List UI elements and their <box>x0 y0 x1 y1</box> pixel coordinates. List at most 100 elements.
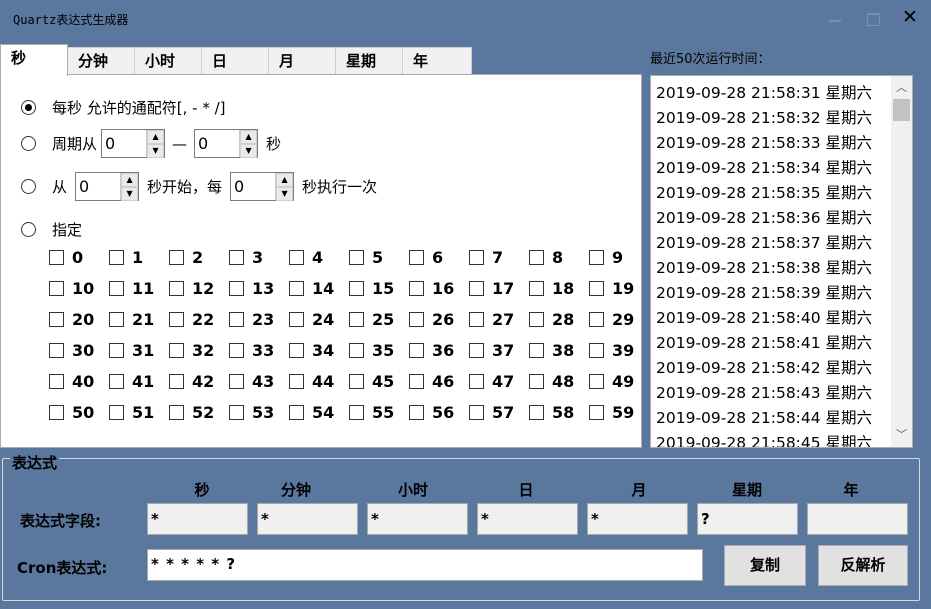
second-checkbox[interactable]: 49 <box>589 372 634 391</box>
field-year[interactable] <box>807 503 908 535</box>
checkbox-box[interactable] <box>529 281 544 296</box>
checkbox-box[interactable] <box>169 281 184 296</box>
second-checkbox[interactable]: 59 <box>589 403 634 422</box>
checkbox-box[interactable] <box>469 312 484 327</box>
checkbox-box[interactable] <box>529 405 544 420</box>
checkbox-box[interactable] <box>289 281 304 296</box>
checkbox-box[interactable] <box>109 374 124 389</box>
second-checkbox[interactable]: 18 <box>529 279 574 298</box>
second-checkbox[interactable]: 36 <box>409 341 454 360</box>
second-checkbox[interactable]: 40 <box>49 372 94 391</box>
second-checkbox[interactable]: 7 <box>469 248 503 267</box>
from-stepper[interactable]: ▲▼ <box>75 172 140 201</box>
second-checkbox[interactable]: 52 <box>169 403 214 422</box>
checkbox-box[interactable] <box>349 405 364 420</box>
second-checkbox[interactable]: 56 <box>409 403 454 422</box>
list-item[interactable]: 2019-09-28 21:58:32 星期六 <box>656 106 872 128</box>
checkbox-box[interactable] <box>529 250 544 265</box>
second-checkbox[interactable]: 39 <box>589 341 634 360</box>
second-checkbox[interactable]: 23 <box>229 310 274 329</box>
list-item[interactable]: 2019-09-28 21:58:33 星期六 <box>656 131 872 153</box>
second-checkbox[interactable]: 50 <box>49 403 94 422</box>
second-checkbox[interactable]: 29 <box>589 310 634 329</box>
checkbox-box[interactable] <box>289 343 304 358</box>
second-checkbox[interactable]: 51 <box>109 403 154 422</box>
list-item[interactable]: 2019-09-28 21:58:34 星期六 <box>656 156 872 178</box>
checkbox-box[interactable] <box>229 312 244 327</box>
tab-day[interactable]: 日 <box>201 47 269 75</box>
checkbox-box[interactable] <box>349 281 364 296</box>
checkbox-box[interactable] <box>169 405 184 420</box>
second-checkbox[interactable]: 21 <box>109 310 154 329</box>
checkbox-box[interactable] <box>109 250 124 265</box>
list-item[interactable]: 2019-09-28 21:58:35 星期六 <box>656 181 872 203</box>
checkbox-box[interactable] <box>109 281 124 296</box>
checkbox-box[interactable] <box>49 281 64 296</box>
list-item[interactable]: 2019-09-28 21:58:45 星期六 <box>656 431 872 447</box>
option-specify[interactable]: 指定 <box>21 219 82 240</box>
checkbox-box[interactable] <box>49 405 64 420</box>
second-checkbox[interactable]: 57 <box>469 403 514 422</box>
second-checkbox[interactable]: 24 <box>289 310 334 329</box>
checkbox-box[interactable] <box>289 374 304 389</box>
list-scrollbar[interactable]: ︿ ﹀ <box>891 76 912 447</box>
second-checkbox[interactable]: 48 <box>529 372 574 391</box>
option-every[interactable]: 每秒 允许的通配符[, - * /] <box>21 97 226 118</box>
checkbox-box[interactable] <box>169 343 184 358</box>
second-checkbox[interactable]: 53 <box>229 403 274 422</box>
tab-second[interactable]: 秒 <box>0 44 68 76</box>
stepper-down-icon[interactable]: ▼ <box>147 144 165 158</box>
field-minute[interactable]: * <box>257 503 358 535</box>
checkbox-box[interactable] <box>529 374 544 389</box>
field-week[interactable]: ? <box>697 503 798 535</box>
checkbox-box[interactable] <box>229 405 244 420</box>
checkbox-box[interactable] <box>49 312 64 327</box>
checkbox-box[interactable] <box>349 374 364 389</box>
stepper-down-icon[interactable]: ▼ <box>276 187 294 201</box>
checkbox-box[interactable] <box>409 374 424 389</box>
checkbox-box[interactable] <box>589 405 604 420</box>
maximize-button[interactable] <box>862 8 884 30</box>
second-checkbox[interactable]: 46 <box>409 372 454 391</box>
checkbox-box[interactable] <box>229 374 244 389</box>
second-checkbox[interactable]: 22 <box>169 310 214 329</box>
second-checkbox[interactable]: 34 <box>289 341 334 360</box>
second-checkbox[interactable]: 14 <box>289 279 334 298</box>
checkbox-box[interactable] <box>589 343 604 358</box>
checkbox-box[interactable] <box>49 374 64 389</box>
every-radio[interactable] <box>21 100 36 115</box>
second-checkbox[interactable]: 30 <box>49 341 94 360</box>
checkbox-box[interactable] <box>409 405 424 420</box>
checkbox-box[interactable] <box>589 281 604 296</box>
second-checkbox[interactable]: 2 <box>169 248 203 267</box>
second-checkbox[interactable]: 15 <box>349 279 394 298</box>
second-checkbox[interactable]: 5 <box>349 248 383 267</box>
scroll-thumb[interactable] <box>893 99 910 121</box>
checkbox-box[interactable] <box>529 343 544 358</box>
checkbox-box[interactable] <box>529 312 544 327</box>
list-item[interactable]: 2019-09-28 21:58:36 星期六 <box>656 206 872 228</box>
list-item[interactable]: 2019-09-28 21:58:42 星期六 <box>656 356 872 378</box>
field-hour[interactable]: * <box>367 503 468 535</box>
checkbox-box[interactable] <box>229 250 244 265</box>
step-stepper[interactable]: ▲▼ <box>230 172 295 201</box>
checkbox-box[interactable] <box>169 312 184 327</box>
period-to-input[interactable] <box>195 130 240 157</box>
checkbox-box[interactable] <box>469 281 484 296</box>
recent-run-list[interactable]: 2019-09-28 21:58:45 星期六 2019-09-28 21:58:… <box>650 75 913 448</box>
second-checkbox[interactable]: 33 <box>229 341 274 360</box>
second-checkbox[interactable]: 41 <box>109 372 154 391</box>
minimize-button[interactable] <box>825 8 847 30</box>
parse-button[interactable]: 反解析 <box>818 545 908 586</box>
checkbox-box[interactable] <box>109 343 124 358</box>
checkbox-box[interactable] <box>469 343 484 358</box>
checkbox-box[interactable] <box>589 374 604 389</box>
second-checkbox[interactable]: 20 <box>49 310 94 329</box>
from-radio[interactable] <box>21 179 36 194</box>
copy-button[interactable]: 复制 <box>724 545 806 586</box>
field-second[interactable]: * <box>147 503 248 535</box>
list-item[interactable]: 2019-09-28 21:58:31 星期六 <box>656 81 872 103</box>
list-item[interactable]: 2019-09-28 21:58:37 星期六 <box>656 231 872 253</box>
second-checkbox[interactable]: 0 <box>49 248 83 267</box>
list-item[interactable]: 2019-09-28 21:58:40 星期六 <box>656 306 872 328</box>
